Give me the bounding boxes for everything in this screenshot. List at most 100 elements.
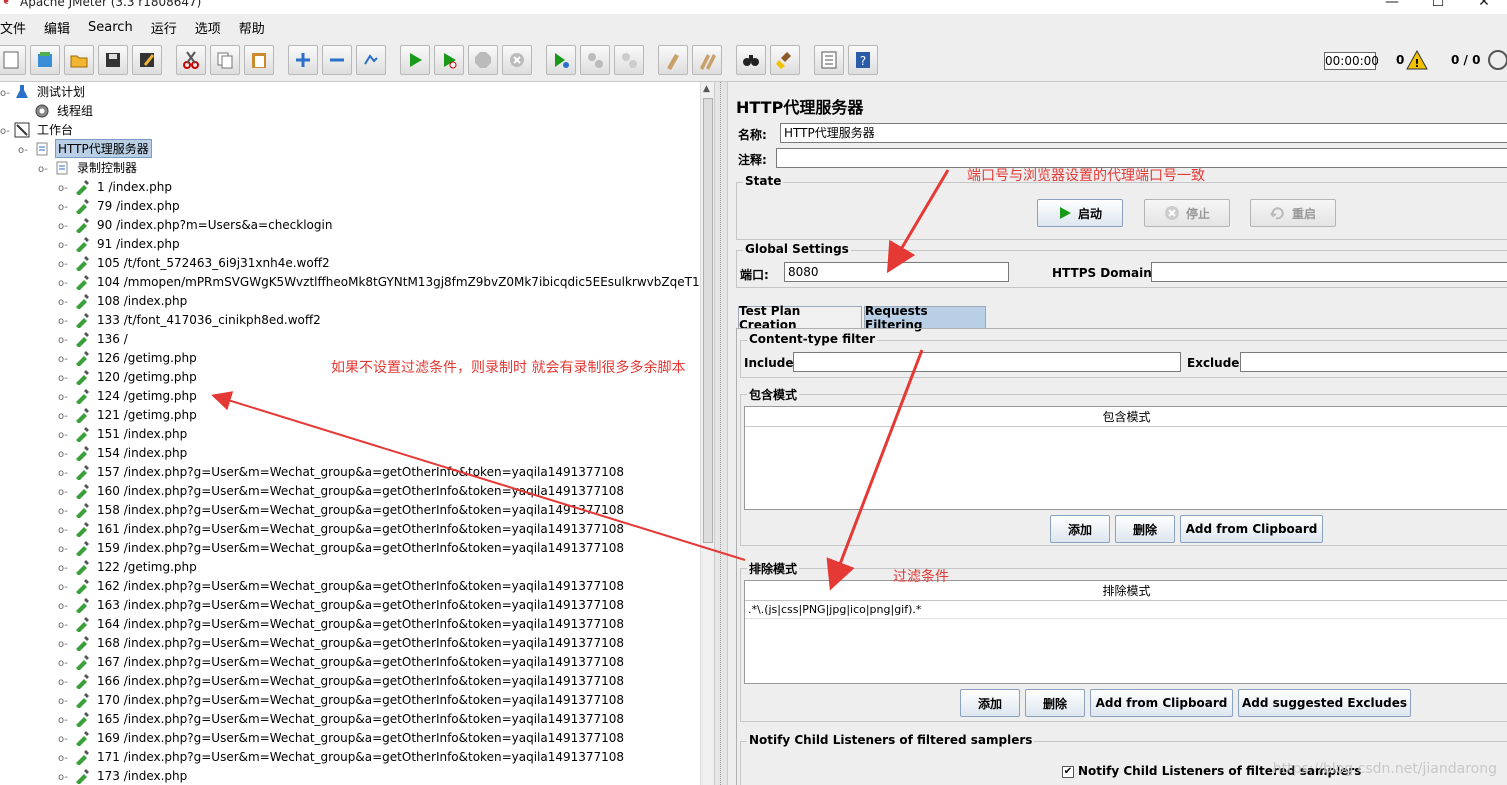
maximize-button[interactable]: ☐ <box>1415 0 1461 10</box>
tree-connector[interactable]: o- <box>58 677 68 688</box>
new-icon[interactable] <box>0 45 26 75</box>
remote-stop-icon[interactable] <box>580 45 610 75</box>
cut-icon[interactable] <box>176 45 206 75</box>
tree-connector[interactable]: o- <box>58 734 68 745</box>
clear-icon[interactable] <box>658 45 688 75</box>
tree-connector[interactable]: o- <box>58 658 68 669</box>
include-add-button[interactable]: 添加 <box>1050 515 1110 543</box>
tree-connector[interactable]: o- <box>58 563 68 574</box>
exclude-delete-button[interactable]: 删除 <box>1025 689 1085 717</box>
copy-icon[interactable] <box>210 45 240 75</box>
search-icon[interactable] <box>736 45 766 75</box>
toggle-icon[interactable] <box>356 45 386 75</box>
tree-node-sampler[interactable]: 165 /index.php?g=User&m=Wechat_group&a=g… <box>74 709 626 728</box>
stop-icon[interactable] <box>468 45 498 75</box>
tree-node-thread-group[interactable]: 线程组 <box>34 101 95 120</box>
tree-connector[interactable]: o- <box>58 183 68 194</box>
open-icon[interactable] <box>64 45 94 75</box>
tree-connector[interactable]: o- <box>58 582 68 593</box>
exclude-add-button[interactable]: 添加 <box>960 689 1020 717</box>
clear-all-icon[interactable] <box>692 45 722 75</box>
tree-node-sampler[interactable]: 124 /getimg.php <box>74 386 199 405</box>
expand-icon[interactable] <box>288 45 318 75</box>
tree-node-sampler[interactable]: 154 /index.php <box>74 443 189 462</box>
tree-node-sampler[interactable]: 120 /getimg.php <box>74 367 199 386</box>
tree-node-sampler[interactable]: 126 /getimg.php <box>74 348 199 367</box>
include-field[interactable] <box>793 352 1181 372</box>
start-icon[interactable] <box>400 45 430 75</box>
tree-node-sampler[interactable]: 151 /index.php <box>74 424 189 443</box>
tree-connector[interactable]: o- <box>58 715 68 726</box>
tree-connector[interactable]: o- <box>58 525 68 536</box>
reset-search-icon[interactable] <box>770 45 800 75</box>
tree-node-sampler[interactable]: 136 / <box>74 329 130 348</box>
tree-node-sampler[interactable]: 157 /index.php?g=User&m=Wechat_group&a=g… <box>74 462 626 481</box>
tree-node-sampler[interactable]: 162 /index.php?g=User&m=Wechat_group&a=g… <box>74 576 626 595</box>
menu-options[interactable]: 选项 <box>195 18 227 37</box>
tree-node-workbench[interactable]: 工作台 <box>14 120 75 139</box>
tree-node-sampler[interactable]: 166 /index.php?g=User&m=Wechat_group&a=g… <box>74 671 626 690</box>
restart-button[interactable]: 重启 <box>1250 199 1336 227</box>
function-helper-icon[interactable] <box>814 45 844 75</box>
tree-connector[interactable]: o- <box>58 202 68 213</box>
stop-button[interactable]: 停止 <box>1144 199 1230 227</box>
paste-icon[interactable] <box>244 45 274 75</box>
tab-test-plan-creation[interactable]: Test Plan Creation <box>738 304 862 332</box>
tab-requests-filtering[interactable]: Requests Filtering <box>864 304 986 332</box>
exclude-pattern-table[interactable]: 排除模式 .*\.(js|css|PNG|jpg|ico|png|gif).* <box>744 580 1507 684</box>
menu-run[interactable]: 运行 <box>151 18 183 37</box>
tree-connector[interactable]: o- <box>58 316 68 327</box>
tree-node-sampler[interactable]: 160 /index.php?g=User&m=Wechat_group&a=g… <box>74 481 626 500</box>
tree-connector[interactable]: o- <box>58 335 68 346</box>
tree-node-sampler[interactable]: 121 /getimg.php <box>74 405 199 424</box>
checkbox-checked-icon[interactable]: ✔ <box>1062 765 1074 778</box>
tree-node-sampler[interactable]: 168 /index.php?g=User&m=Wechat_group&a=g… <box>74 633 626 652</box>
include-pattern-table[interactable]: 包含模式 <box>744 406 1507 510</box>
tree-connector[interactable]: o- <box>58 544 68 555</box>
tree-node-sampler[interactable]: 161 /index.php?g=User&m=Wechat_group&a=g… <box>74 519 626 538</box>
remote-shutdown-icon[interactable] <box>614 45 644 75</box>
exclude-field[interactable] <box>1240 352 1507 372</box>
tree-connector[interactable]: o- <box>58 601 68 612</box>
tree-node-sampler[interactable]: 90 /index.php?m=Users&a=checklogin <box>74 215 334 234</box>
menu-search[interactable]: Search <box>88 20 139 35</box>
tree-scrollbar[interactable]: ▲ <box>700 82 714 785</box>
tree-connector[interactable]: o- <box>58 696 68 707</box>
tree-node-sampler[interactable]: 1 /index.php <box>74 177 174 196</box>
tree-node-sampler[interactable]: 170 /index.php?g=User&m=Wechat_group&a=g… <box>74 690 626 709</box>
start-no-pause-icon[interactable] <box>434 45 464 75</box>
tree-node-sampler[interactable]: 79 /index.php <box>74 196 182 215</box>
name-field[interactable]: HTTP代理服务器 <box>780 123 1507 143</box>
start-button[interactable]: 启动 <box>1037 199 1123 227</box>
menu-file[interactable]: 文件 <box>0 18 32 37</box>
add-suggested-excludes-button[interactable]: Add suggested Excludes <box>1238 689 1411 717</box>
tree-node-sampler[interactable]: 167 /index.php?g=User&m=Wechat_group&a=g… <box>74 652 626 671</box>
tree-connector[interactable]: o- <box>58 221 68 232</box>
tree-node-sampler[interactable]: 104 /mmopen/mPRmSVGWgK5WvztlffheoMk8tGYN… <box>74 272 700 291</box>
tree-node-sampler[interactable]: 105 /t/font_572463_6i9j31xnh4e.woff2 <box>74 253 332 272</box>
tree-node-sampler[interactable]: 91 /index.php <box>74 234 182 253</box>
tree-connector[interactable]: o- <box>58 354 68 365</box>
tree-node-sampler[interactable]: 173 /index.php <box>74 766 189 785</box>
tree-connector[interactable]: o- <box>58 468 68 479</box>
save-as-icon[interactable] <box>132 45 162 75</box>
warning-icon[interactable]: ! <box>1406 49 1428 73</box>
tree-node-sampler[interactable]: 159 /index.php?g=User&m=Wechat_group&a=g… <box>74 538 626 557</box>
menu-edit[interactable]: 编辑 <box>44 18 76 37</box>
tree-connector[interactable]: o- <box>58 772 68 783</box>
tree-connector[interactable]: o- <box>58 373 68 384</box>
tree-connector[interactable]: o- <box>58 240 68 251</box>
tree-node-sampler[interactable]: 171 /index.php?g=User&m=Wechat_group&a=g… <box>74 747 626 766</box>
save-icon[interactable] <box>98 45 128 75</box>
tree-connector[interactable]: o- <box>58 278 68 289</box>
exclude-clipboard-button[interactable]: Add from Clipboard <box>1090 689 1233 717</box>
tree-node-sampler[interactable]: 122 /getimg.php <box>74 557 199 576</box>
tree-node-sampler[interactable]: 163 /index.php?g=User&m=Wechat_group&a=g… <box>74 595 626 614</box>
scroll-up-arrow-icon[interactable]: ▲ <box>703 84 710 94</box>
templates-icon[interactable] <box>30 45 60 75</box>
tree-node-sampler[interactable]: 108 /index.php <box>74 291 189 310</box>
shutdown-icon[interactable] <box>502 45 532 75</box>
tree-connector[interactable]: o- <box>58 620 68 631</box>
include-delete-button[interactable]: 删除 <box>1115 515 1175 543</box>
tree-connector[interactable]: o- <box>58 487 68 498</box>
